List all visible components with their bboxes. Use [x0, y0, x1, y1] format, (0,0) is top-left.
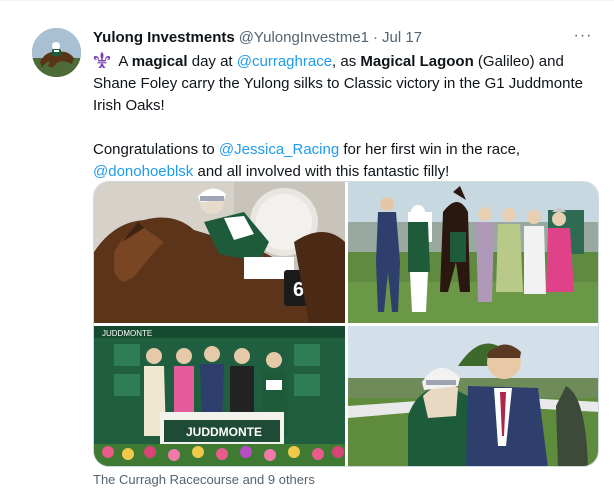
text-segment: , as — [332, 53, 361, 70]
avatar-image — [32, 28, 81, 77]
media-grid: 6 JUDDMONTE JUDDMONTE — [93, 181, 599, 467]
text-segment: Congratulations to — [93, 141, 219, 158]
photo-2-image — [348, 182, 598, 323]
text-segment: day at — [187, 53, 237, 70]
text-bold-horse-name: Magical Lagoon — [360, 53, 474, 70]
photo-celebration-hug[interactable] — [348, 326, 598, 466]
text-bold-magical: magical — [131, 53, 188, 70]
photo-jockey-on-horse[interactable]: 6 — [94, 182, 345, 323]
photo-winners-group[interactable] — [348, 182, 598, 323]
photo-trophy-presentation[interactable]: JUDDMONTE JUDDMONTE — [94, 326, 345, 466]
backdrop-banner: JUDDMONTE — [102, 329, 152, 338]
sponsor-board: JUDDMONTE — [186, 425, 262, 439]
photo-3-image: JUDDMONTE JUDDMONTE — [94, 326, 345, 466]
tweet-card[interactable]: Yulong Investments @YulongInvestme1 · Ju… — [0, 0, 614, 492]
photo-1-image: 6 — [94, 182, 345, 323]
photo-4-image — [348, 326, 598, 466]
mention-curraghrace[interactable]: @curraghrace — [237, 53, 332, 70]
tweet-paragraph-2: Congratulations to @Jessica_Racing for h… — [93, 139, 603, 183]
text-segment: and all involved with this fantastic fil… — [193, 163, 450, 180]
text-segment: for her first win in the race, — [339, 141, 521, 158]
mention-donohoeblsk[interactable]: @donohoeblsk — [93, 163, 193, 180]
tweet-text: A magical day at @curraghrace, as Magica… — [93, 51, 603, 183]
author-handle[interactable]: @YulongInvestme1 — [239, 29, 369, 46]
tweet-header: Yulong Investments @YulongInvestme1 · Ju… — [93, 27, 422, 47]
media-caption[interactable]: The Curragh Racecourse and 9 others — [93, 472, 315, 487]
author-name[interactable]: Yulong Investments — [93, 29, 235, 46]
more-options-icon[interactable]: ··· — [572, 25, 594, 47]
header-separator: · — [373, 28, 379, 46]
fleur-de-lis-icon — [93, 51, 111, 69]
mention-jessica-racing[interactable]: @Jessica_Racing — [219, 141, 339, 158]
avatar[interactable] — [32, 28, 81, 77]
tweet-paragraph-1: A magical day at @curraghrace, as Magica… — [93, 51, 603, 117]
text-segment: A — [115, 53, 132, 70]
tweet-date[interactable]: Jul 17 — [382, 29, 422, 46]
